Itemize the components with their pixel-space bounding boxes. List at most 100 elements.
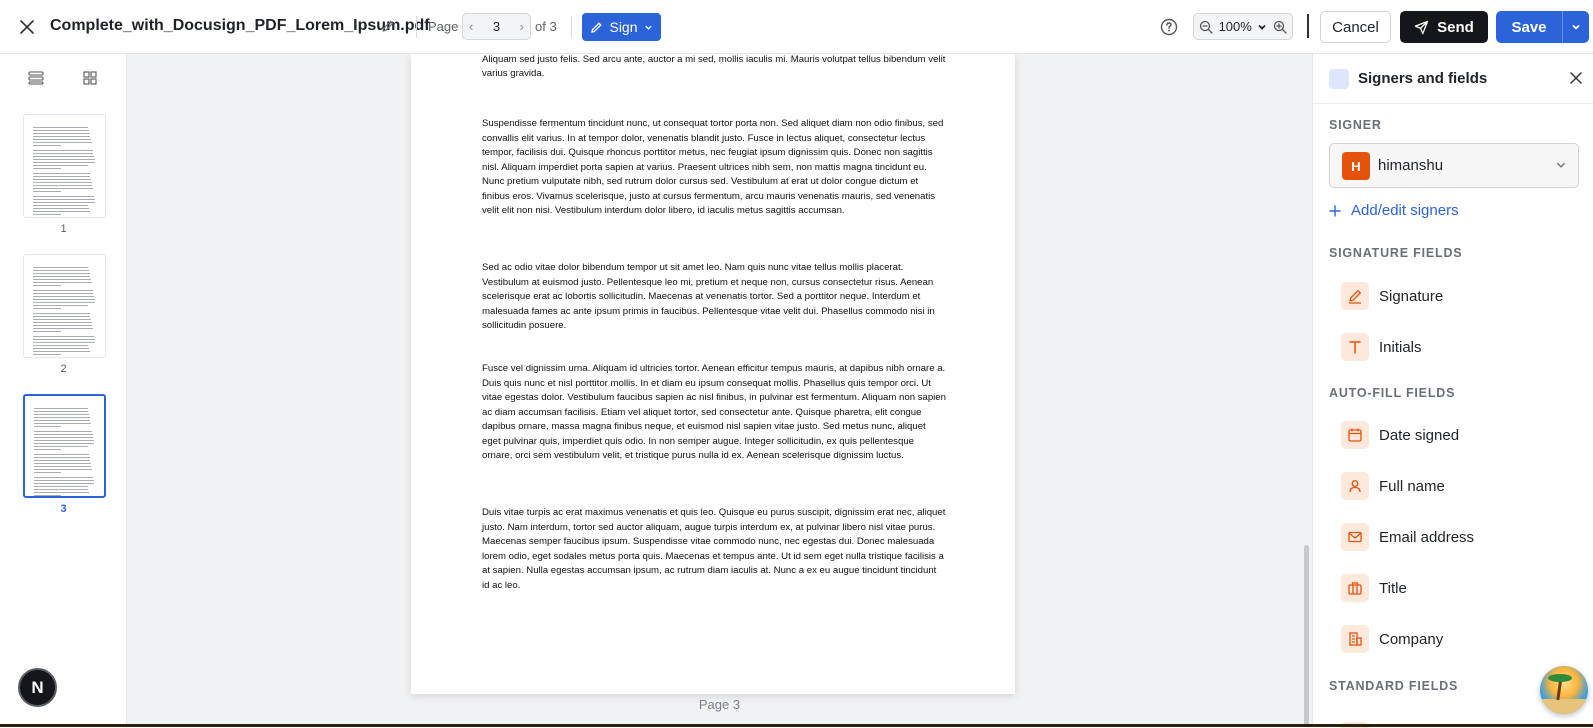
grid-view-icon[interactable]	[78, 66, 102, 90]
field-full-name[interactable]: Full name	[1341, 469, 1571, 503]
thumbnail-text-lines	[33, 127, 96, 217]
thumbnail-text-line	[34, 457, 90, 458]
next-page-icon[interactable]: ›	[520, 19, 524, 34]
thumbnail-text-line	[33, 176, 91, 177]
n-assistant-button[interactable]: N	[18, 668, 57, 707]
thumbnail-text-line	[33, 214, 62, 215]
thumbnail-text-line	[33, 162, 96, 163]
toolbar-divider	[416, 16, 417, 38]
text-t-icon	[1341, 333, 1369, 361]
thumbnail-text-line	[34, 443, 95, 444]
document-canvas[interactable]: Pellentesque sed finibus massa. Nullam d…	[127, 54, 1312, 727]
thumbnail-text-line	[33, 276, 91, 277]
pen-icon	[1341, 282, 1369, 310]
field-label: Full name	[1379, 477, 1445, 495]
thumbnail-text-line	[33, 299, 95, 300]
thumbnail-text-line	[34, 460, 91, 461]
thumbnail-text-line	[33, 273, 90, 274]
close-panel-icon[interactable]	[1568, 70, 1584, 86]
zoom-out-icon[interactable]	[1199, 20, 1213, 34]
page-thumbnail-3[interactable]	[23, 394, 106, 498]
field-label: Date signed	[1379, 426, 1460, 444]
page-thumbnail-number: 3	[60, 503, 67, 515]
signers-and-fields-panel: Signers and fields SIGNER H himanshu Add…	[1312, 54, 1593, 728]
thumbnail-text-line	[33, 316, 91, 317]
thumbnail-text-line	[34, 408, 88, 409]
page-navigator: ‹ 3 ›	[462, 13, 531, 40]
thumbnail-text-line	[34, 495, 62, 496]
document-page[interactable]: Pellentesque sed finibus massa. Nullam d…	[411, 54, 1015, 694]
rename-pencil-icon[interactable]	[380, 17, 396, 35]
thumbnail-text-line	[33, 267, 89, 268]
thumbnail-text-line	[33, 282, 92, 283]
add-edit-signers-label: Add/edit signers	[1351, 202, 1459, 219]
thumbnail-text-line	[33, 130, 90, 131]
thumbnail-text-line	[33, 285, 62, 286]
thumbnail-text-line	[33, 328, 93, 329]
thumbnail-text-line	[33, 336, 95, 337]
thumbnail-text-line	[34, 463, 91, 464]
document-paragraph: Pellentesque sed finibus massa. Nullam d…	[482, 54, 946, 79]
thumbnail-text-line	[33, 319, 91, 320]
thumbnail-text-line	[33, 342, 96, 343]
thumbnail-text-line	[33, 339, 95, 340]
field-date-signed[interactable]: Date signed	[1341, 418, 1571, 452]
thumbnail-text-line	[33, 270, 90, 271]
document-paragraph: Suspendisse fermentum tincidunt nunc, ut…	[482, 118, 944, 216]
field-label: Company	[1379, 630, 1444, 648]
thumbnail-text-line	[34, 472, 62, 473]
standard-fields-heading: STANDARD FIELDS	[1329, 679, 1459, 693]
thumbnail-text-line	[33, 196, 95, 197]
zoom-in-icon[interactable]	[1273, 20, 1287, 34]
building-icon	[1341, 625, 1369, 653]
field-title[interactable]: Title	[1341, 571, 1571, 605]
field-company[interactable]: Company	[1341, 622, 1571, 656]
signer-select[interactable]: H himanshu	[1329, 143, 1579, 188]
thumbnail-text-line	[34, 446, 88, 447]
zoom-control: 100%	[1193, 13, 1293, 40]
page-thumbnail-2[interactable]	[23, 254, 106, 358]
save-options-button[interactable]	[1562, 11, 1589, 43]
top-toolbar: Complete_with_Docusign_PDF_Lorem_Ipsum.p…	[0, 0, 1593, 54]
document-scrollbar[interactable]	[1304, 545, 1309, 727]
field-email-address[interactable]: Email address	[1341, 520, 1571, 554]
thumbnail-text-line	[33, 348, 90, 349]
field-initials[interactable]: Initials	[1341, 330, 1571, 364]
thumbnail-text-line	[33, 296, 95, 297]
thumbnail-text-line	[33, 153, 94, 154]
close-icon[interactable]	[14, 14, 40, 40]
thumbnail-text-line	[34, 477, 94, 478]
add-edit-signers-link[interactable]: Add/edit signers	[1329, 202, 1459, 219]
signer-section-heading: SIGNER	[1329, 118, 1382, 132]
thumbnail-text-line	[34, 492, 89, 493]
field-signature[interactable]: Signature	[1341, 279, 1571, 313]
thumbnail-text-line	[34, 437, 94, 438]
thumbnail-text-line	[33, 179, 91, 180]
thumbnail-text-line	[33, 351, 90, 352]
sign-button[interactable]: Sign	[582, 13, 661, 41]
list-view-icon[interactable]	[24, 66, 48, 90]
send-button[interactable]: Send	[1400, 11, 1488, 43]
help-icon[interactable]	[1160, 18, 1178, 36]
zoom-value[interactable]: 100%	[1219, 19, 1252, 34]
thumbnail-text-line	[33, 145, 62, 146]
thumbnail-text-line	[34, 486, 88, 487]
save-button[interactable]: Save	[1496, 11, 1562, 43]
briefcase-icon	[1341, 574, 1369, 602]
thumbnail-text-line	[33, 208, 90, 209]
beach-avatar-icon[interactable]	[1540, 666, 1588, 714]
cancel-button[interactable]: Cancel	[1320, 11, 1391, 43]
previous-page-icon[interactable]: ‹	[469, 19, 473, 34]
thumbnail-text-line	[33, 331, 62, 332]
thumbnail-text-line	[33, 199, 95, 200]
palm-leaves	[1548, 674, 1572, 682]
page-thumbnail-1[interactable]	[23, 114, 106, 218]
current-page-input[interactable]: 3	[493, 19, 500, 34]
chevron-down-icon	[1555, 158, 1569, 172]
thumbnail-text-lines	[33, 267, 96, 357]
zoom-dropdown-icon[interactable]	[1257, 22, 1267, 32]
thumbnail-text-line	[33, 211, 90, 212]
thumbnail-text-line	[34, 431, 92, 432]
thumbnail-text-line	[34, 489, 89, 490]
thumbnail-text-line	[33, 305, 89, 306]
